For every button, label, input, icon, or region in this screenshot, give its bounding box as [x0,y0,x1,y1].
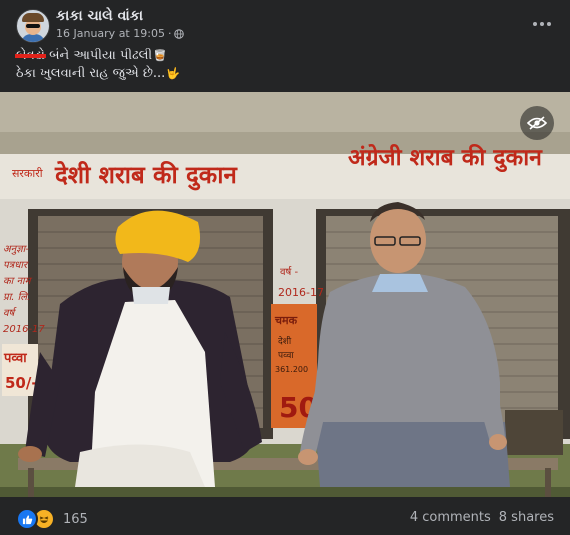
wall-price-left-1: 50/- [5,374,38,392]
post-caption: બેવડો બંને આપીયા પીઢલી🥃 ઠેકા ખુલવાની રાહ… [16,47,180,83]
sign-left-big: देशी शराब की दुकान [54,161,238,191]
post-header: કાકા ચાલે વાંકા 16 January at 19:05 · [0,0,570,44]
meta-separator: · [167,27,172,40]
hide-image-button[interactable] [520,106,554,140]
post-footer: 165 4 comments 8 shares [0,497,570,535]
wall-text-left-2: का नाम [3,276,33,287]
photo-scene: सरकारी देशी शराब की दुकान अंग्रेजी शराब … [0,92,570,497]
sign-right: अंग्रेजी शराब की दुकान [348,143,543,173]
wall-price-left-0: पव्वा [3,351,27,366]
like-icon [16,508,38,530]
hand-sign-emoji-icon: 🤟 [166,67,180,80]
wall-text-left-3: प्रा. लि. [3,291,30,303]
more-icon [533,22,537,26]
poster-text-2: पव्वा [278,351,294,361]
wall-text-left-1: पत्रधार [3,260,29,271]
caption-line-2-text: ઠેકા ખુલવાની રાહ જુએ છે... [16,66,166,81]
wall-text-left-5: 2016-17 [3,324,45,335]
poster-text-1: देशी [278,335,292,347]
whisky-emoji-icon: 🥃 [153,49,167,62]
reaction-count: 165 [63,511,88,527]
poster-text-0: चमक [274,314,298,327]
caption-struck-word: બેવડો [16,48,45,63]
globe-icon [174,28,185,39]
wall-text-mid-1: 2016-17 [278,286,324,299]
more-options-button[interactable] [528,10,556,38]
eye-icon [527,116,547,130]
caption-line-1-text: બંને આપીયા પીઢલી [44,48,153,63]
reactions-summary[interactable]: 165 [16,508,88,530]
poster-text-3: 361.200 [275,365,308,374]
sign-left-small: सरकारी [12,167,43,180]
post-meta: 16 January at 19:05 · [56,27,185,40]
caption-line-1: બેવડો બંને આપીયા પીઢલી🥃 [16,47,180,65]
wall-text-left-0: अनुज्ञा- [3,244,29,255]
page-avatar[interactable] [16,9,50,43]
post-photo[interactable]: सरकारी देशी शराब की दुकान अंग्रेजी शराब … [0,92,570,497]
wall-text-mid-0: वर्ष - [280,266,299,278]
post-timestamp[interactable]: 16 January at 19:05 [56,27,165,40]
caption-line-2: ઠેકા ખુલવાની રાહ જુએ છે...🤟 [16,65,180,83]
shares-count-link[interactable]: 8 shares [499,510,554,525]
page-name-link[interactable]: કાકા ચાલે વાંકા [56,8,143,24]
comments-count-link[interactable]: 4 comments [410,510,491,525]
engagement-counts: 4 comments 8 shares [410,510,554,525]
